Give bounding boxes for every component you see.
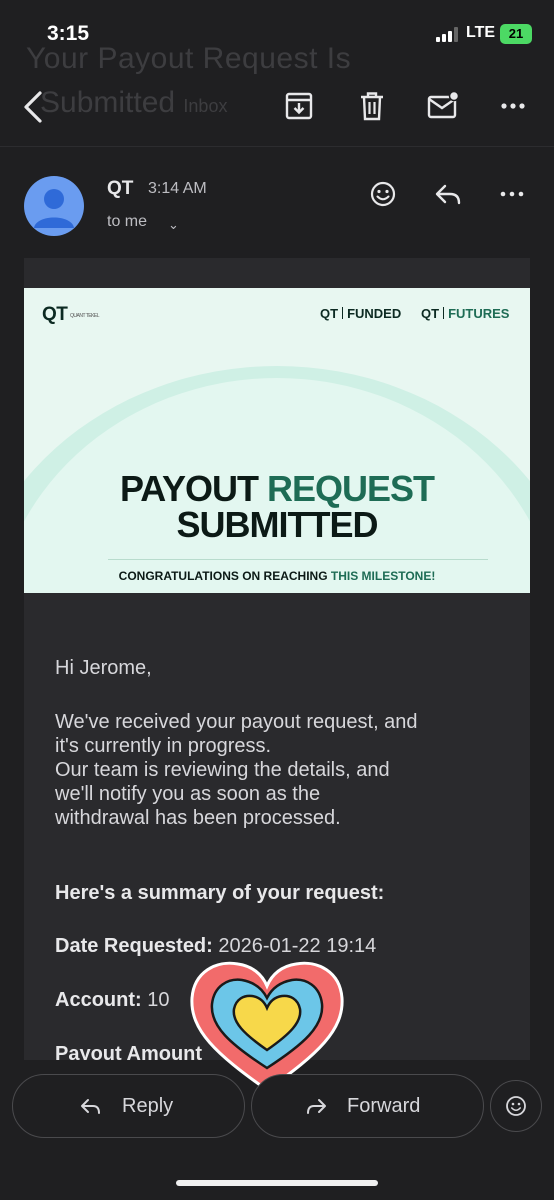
reply-icon [81,1099,100,1114]
inbox-label: Inbox [183,96,228,116]
reply-icon[interactable] [432,178,464,210]
date-requested-row: Date Requested: 2026-01-22 19:14 [55,935,377,957]
chevron-down-icon[interactable]: ⌄ [168,217,179,233]
banner-title-line2: SUBMITTED [176,504,379,545]
email-body: QT QUANT TEKEL QT FUNDED QT FUTURES PAYOUT … [24,258,530,1060]
avatar[interactable] [24,176,84,236]
email-banner: QT QUANT TEKEL QT FUNDED QT FUTURES PAYOUT … [24,288,530,593]
person-icon [34,189,74,228]
brand-futures: QT FUTURES [421,306,510,321]
subject-text-line2: Submitted Inbox [40,86,228,119]
banner-divider [108,559,488,560]
smiley-icon [506,1096,526,1116]
sender-name: QT [107,178,134,199]
paragraph-1: We've received your payout request, and … [55,711,418,829]
home-indicator[interactable] [176,1180,378,1186]
battery-level: 21 [508,26,524,41]
forward-label: Forward [347,1095,421,1117]
brand-funded: QT FUNDED [320,306,402,321]
banner-subtitle: CONGRATULATIONS ON REACHING THIS MILESTO… [118,569,436,583]
sent-time: 3:14 AM [148,180,207,197]
archive-icon[interactable] [282,89,316,123]
forward-icon [307,1099,326,1114]
back-icon[interactable] [18,90,52,124]
recipient-toggle[interactable]: to me [107,213,147,231]
subject-text: Your Payout Request Is [26,42,352,75]
emoji-reaction-button[interactable] [490,1080,542,1132]
more-options-icon[interactable] [496,178,528,210]
reply-button[interactable]: Reply [12,1074,245,1138]
delete-icon[interactable] [355,89,389,123]
summary-heading: Here's a summary of your request: [55,882,385,904]
forward-button[interactable]: Forward [251,1074,484,1138]
emoji-reaction-icon[interactable] [367,178,399,210]
more-options-icon[interactable] [496,89,530,123]
header-divider [0,146,554,147]
mark-unread-icon[interactable] [426,89,460,123]
qt-logo: QT QUANT TEKEL [42,304,100,325]
reply-label: Reply [122,1095,174,1117]
greeting: Hi Jerome, [55,657,152,679]
email-toolbar: Your Payout Request Is Submitted Inbox [0,40,554,146]
